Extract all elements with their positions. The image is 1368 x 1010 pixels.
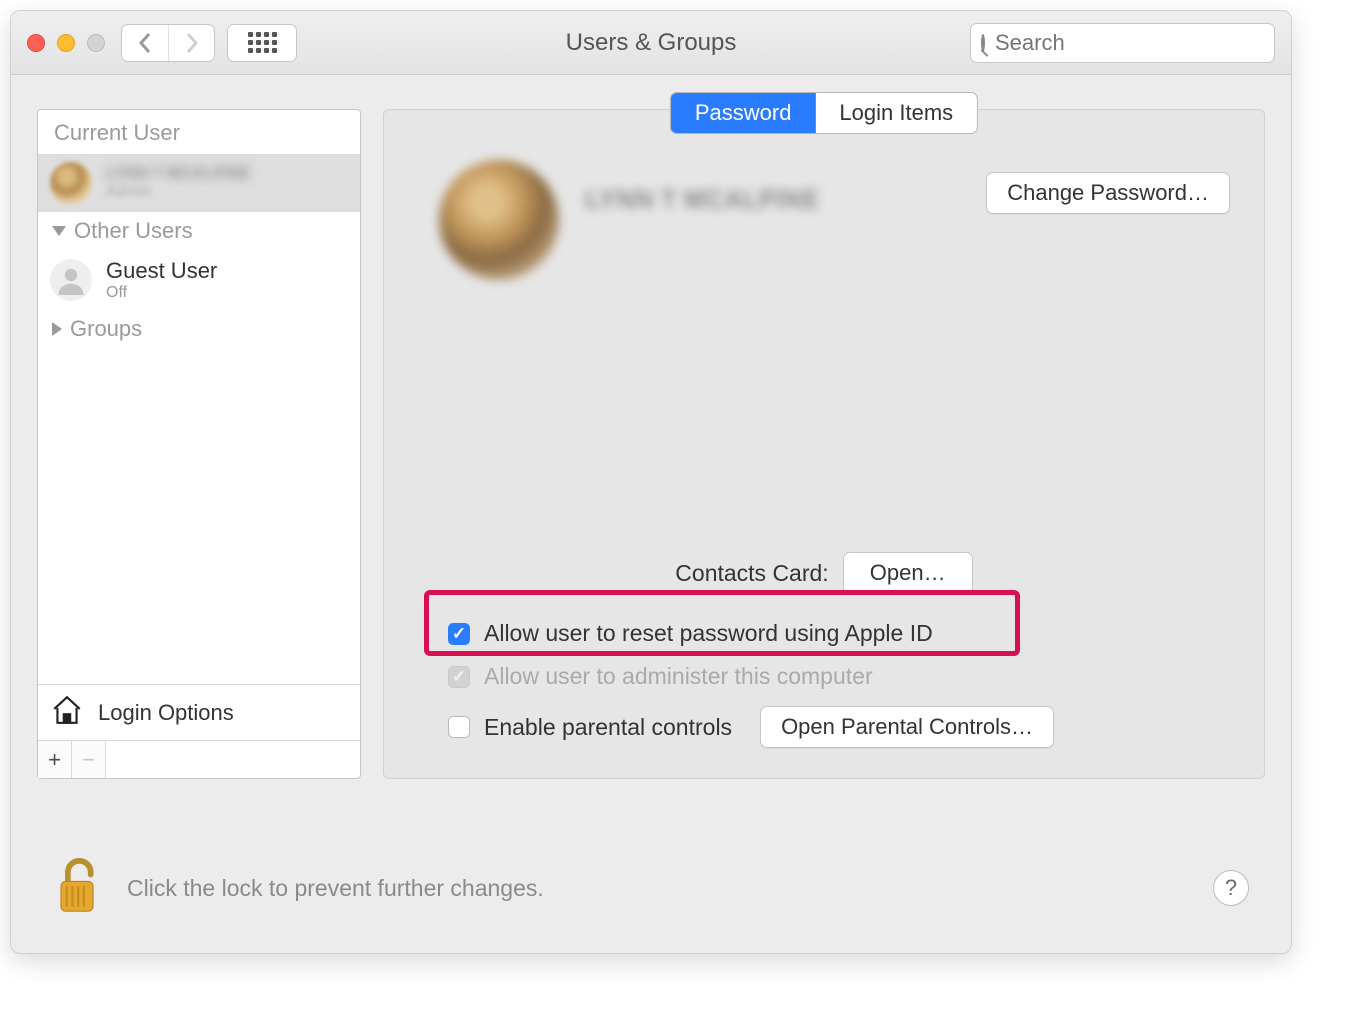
lock-icon[interactable]	[53, 854, 101, 923]
profile-user-name: LYNN T MCALPINE	[585, 184, 820, 215]
sidebar-current-header: Current User	[38, 110, 360, 154]
search-input[interactable]	[993, 29, 1285, 57]
window-controls	[27, 34, 105, 52]
sidebar-guest-user[interactable]: Guest User Off	[38, 250, 360, 310]
show-all-button[interactable]	[227, 24, 297, 62]
sidebar-groups-header[interactable]: Groups	[38, 310, 360, 348]
users-sidebar: Current User LYNN T MCALPINE Admin Other…	[37, 109, 361, 779]
tab-login-items[interactable]: Login Items	[815, 93, 977, 133]
account-options: Contacts Card: Open… Allow user to reset…	[384, 536, 1264, 748]
help-button[interactable]: ?	[1213, 870, 1249, 906]
open-parental-controls-button[interactable]: Open Parental Controls…	[760, 706, 1054, 748]
contacts-card-row: Contacts Card: Open…	[434, 552, 1214, 594]
guest-user-status: Off	[106, 284, 217, 302]
sidebar-other-users-header[interactable]: Other Users	[38, 212, 360, 250]
login-options-label: Login Options	[98, 700, 234, 726]
grid-icon	[248, 32, 277, 53]
tab-password[interactable]: Password	[671, 93, 816, 133]
parental-label: Enable parental controls	[484, 714, 732, 741]
panel-tabs: Password Login Items	[670, 92, 978, 134]
contacts-card-label: Contacts Card:	[675, 560, 828, 587]
sidebar-footer-buttons: + −	[38, 740, 360, 778]
parental-controls-row: Enable parental controls Open Parental C…	[448, 706, 1214, 748]
change-password-button[interactable]: Change Password…	[986, 172, 1230, 214]
current-user-name: LYNN T MCALPINE	[106, 165, 250, 183]
user-avatar-icon[interactable]	[439, 160, 559, 280]
nav-back-forward	[121, 24, 215, 62]
preferences-window: Users & Groups Current User LYNN T MCALP…	[10, 10, 1292, 954]
allow-reset-row[interactable]: Allow user to reset password using Apple…	[448, 620, 1214, 647]
checkbox-allow-admin	[448, 666, 470, 688]
user-detail-panel: Password Login Items LYNN T MCALPINE Cha…	[383, 109, 1265, 779]
back-button[interactable]	[122, 25, 168, 61]
search-icon	[981, 34, 985, 52]
titlebar: Users & Groups	[11, 11, 1291, 75]
footer-text: Click the lock to prevent further change…	[127, 875, 544, 902]
minimize-window-icon[interactable]	[57, 34, 75, 52]
current-user-role: Admin	[106, 183, 250, 201]
sidebar-groups-label: Groups	[70, 316, 142, 342]
allow-reset-label: Allow user to reset password using Apple…	[484, 620, 933, 647]
remove-user-button: −	[72, 741, 106, 778]
home-icon	[50, 693, 84, 733]
sidebar-other-label: Other Users	[74, 218, 193, 244]
avatar-icon	[50, 162, 92, 204]
checkbox-parental[interactable]	[448, 716, 470, 738]
guest-avatar-icon	[50, 259, 92, 301]
close-window-icon[interactable]	[27, 34, 45, 52]
checkbox-allow-reset[interactable]	[448, 623, 470, 645]
allow-admin-label: Allow user to administer this computer	[484, 663, 873, 690]
login-options-row[interactable]: Login Options	[38, 684, 360, 740]
chevron-right-icon	[52, 322, 62, 336]
search-field[interactable]	[970, 23, 1275, 63]
forward-button	[168, 25, 214, 61]
open-contacts-card-button[interactable]: Open…	[843, 552, 973, 594]
zoom-window-icon	[87, 34, 105, 52]
add-user-button[interactable]: +	[38, 741, 72, 778]
footer: Click the lock to prevent further change…	[11, 823, 1291, 953]
sidebar-current-user[interactable]: LYNN T MCALPINE Admin	[38, 154, 360, 212]
chevron-down-icon	[52, 226, 66, 236]
allow-admin-row: Allow user to administer this computer	[448, 663, 1214, 690]
guest-user-name: Guest User	[106, 258, 217, 284]
